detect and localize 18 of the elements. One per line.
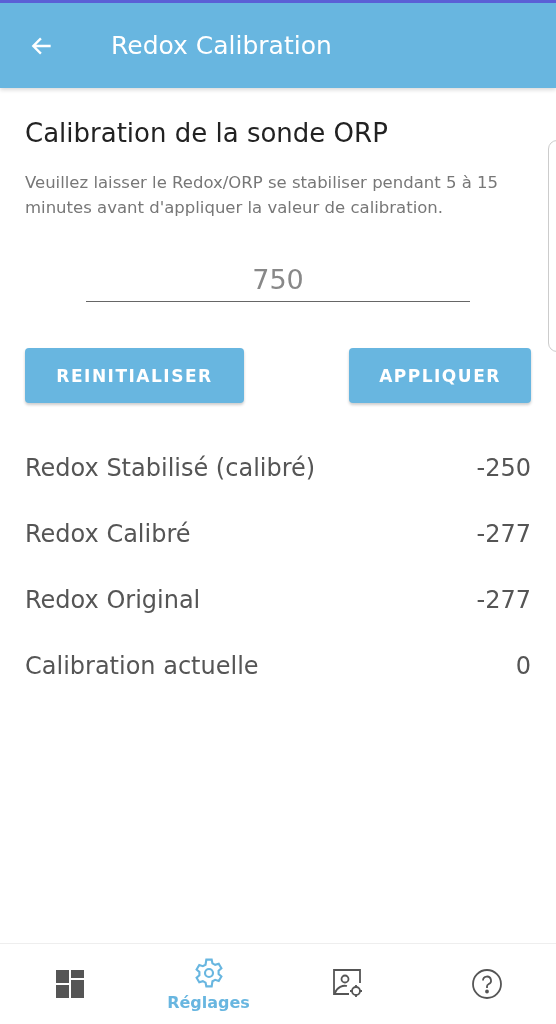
reading-value: 0 (515, 651, 531, 682)
help-icon (470, 968, 503, 1000)
instructions-text: Veuillez laisser le Redox/ORP se stabiliser pendant 5 à 15 minutes avant d'appliquer la valeur de calibration. (25, 172, 500, 219)
profile-settings-icon (331, 968, 364, 1000)
reading-label: Redox Stabilisé (calibré) (25, 453, 316, 484)
reading-value: -277 (476, 519, 531, 550)
settings-icon (192, 956, 225, 989)
apply-button[interactable]: APPLIQUER (349, 348, 531, 403)
dashboard-icon (55, 970, 84, 998)
reading-label: Redox Calibré (25, 519, 191, 550)
reading-label: Calibration actuelle (25, 651, 259, 682)
reset-button[interactable]: REINITIALISER (25, 348, 244, 403)
reading-value: -277 (476, 585, 531, 616)
reading-label: Redox Original (25, 585, 201, 616)
nav-tab[interactable]: Réglages (139, 944, 278, 1024)
reading-value: -250 (476, 453, 531, 484)
app-bar-title: Redox Calibration (111, 31, 332, 60)
section-heading: Calibration de la sonde ORP (25, 118, 389, 148)
